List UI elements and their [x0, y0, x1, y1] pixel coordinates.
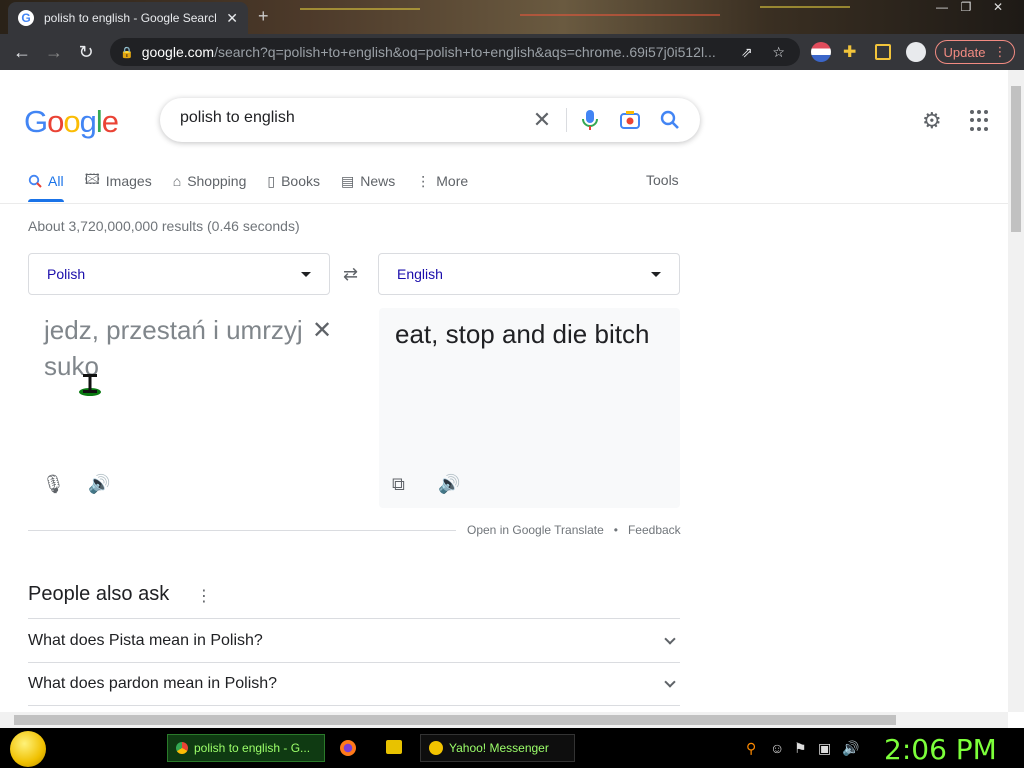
share-icon[interactable]: ⇗	[735, 44, 759, 61]
clear-source-icon[interactable]: ✕	[312, 316, 332, 345]
translation-output-text: eat, stop and die bitch	[395, 319, 650, 349]
restore-icon[interactable]: ❐	[952, 0, 980, 14]
dropdown-caret-icon	[651, 271, 661, 277]
folder-icon[interactable]	[386, 740, 402, 754]
book-icon: ▯	[267, 172, 276, 189]
kebab-menu-icon: ⋮	[993, 44, 1007, 59]
speaker-icon[interactable]: 🔊	[88, 474, 110, 495]
paa-question[interactable]: What does Pista mean in Polish?	[28, 618, 680, 662]
more-options-icon[interactable]: ⋮	[196, 586, 212, 606]
sidepanel-icon[interactable]	[875, 44, 891, 60]
tools-button[interactable]: Tools	[646, 172, 679, 188]
back-icon[interactable]: ←	[6, 42, 38, 63]
taskbar-yahoo-messenger-button[interactable]: Yahoo! Messenger	[420, 734, 575, 762]
people-also-ask-title: People also ask	[28, 583, 170, 605]
microphone-icon[interactable]	[576, 106, 604, 134]
horizontal-scroll-thumb[interactable]	[14, 715, 896, 725]
chrome-icon	[176, 742, 188, 754]
settings-gear-icon[interactable]: ⚙	[922, 108, 942, 134]
search-nav-tabs: All 🖾 Images ⌂ Shopping ▯ Books ▤ News ⋮ More	[28, 170, 468, 204]
extensions-puzzle-icon[interactable]: ✚	[843, 42, 863, 62]
translate-footer: Open in Google Translate • Feedback	[467, 523, 681, 537]
search-tray-icon[interactable]: ⚲	[746, 740, 756, 757]
tab-close-icon[interactable]: ✕	[226, 10, 238, 27]
url-text[interactable]: google.com/search?q=polish+to+english&oq…	[142, 44, 727, 60]
tab-title: polish to english - Google Search	[44, 11, 217, 25]
browser-tab[interactable]: G polish to english - Google Search ✕	[8, 2, 248, 34]
search-icon[interactable]	[656, 106, 684, 134]
camera-lens-icon[interactable]	[616, 106, 644, 134]
taskbar-chrome-button[interactable]: polish to english - G...	[167, 734, 325, 762]
dropdown-caret-icon	[301, 271, 311, 277]
newspaper-icon: ▤	[341, 172, 355, 189]
text-cursor-icon	[79, 374, 101, 396]
translate-divider	[28, 530, 456, 531]
search-box: ✕	[160, 98, 700, 142]
google-logo[interactable]: Google	[24, 104, 119, 140]
lock-icon: 🔒	[120, 46, 134, 59]
firefox-icon[interactable]	[340, 740, 356, 756]
profile-avatar[interactable]	[906, 42, 926, 62]
network-tray-icon[interactable]: ▣	[818, 740, 831, 757]
footer-separator: •	[613, 523, 618, 537]
chevron-down-icon	[664, 632, 676, 645]
chevron-down-icon	[664, 676, 676, 688]
swap-languages-icon[interactable]: ⇄	[343, 264, 358, 285]
header-divider	[0, 203, 1008, 204]
taskbar-clock[interactable]: 2:06 PM	[884, 733, 997, 766]
window-close-icon[interactable]: ✕	[984, 0, 1012, 14]
tag-icon: ⌂	[172, 173, 182, 189]
tab-more[interactable]: ⋮ More	[416, 170, 468, 192]
image-icon: 🖾	[84, 171, 100, 187]
speaker-icon[interactable]: 🔊	[438, 474, 460, 495]
source-language-select[interactable]: Polish	[28, 253, 330, 295]
paa-question[interactable]: What does pardon mean in Polish?	[28, 662, 680, 706]
result-stats: About 3,720,000,000 results (0.46 second…	[28, 218, 300, 234]
bookmark-star-icon[interactable]: ☆	[767, 44, 791, 61]
start-smiley-icon[interactable]	[10, 731, 46, 767]
feedback-link[interactable]: Feedback	[628, 523, 681, 537]
forward-icon[interactable]: →	[38, 42, 70, 63]
copy-icon[interactable]: ⧉	[392, 474, 405, 495]
volume-tray-icon[interactable]: 🔊	[842, 740, 859, 757]
search-input[interactable]	[180, 109, 520, 127]
extension-flag-icon[interactable]	[811, 42, 831, 62]
google-apps-icon[interactable]	[970, 110, 992, 132]
active-tab-indicator	[28, 199, 64, 202]
tab-news[interactable]: ▤ News	[341, 170, 395, 192]
vertical-scroll-thumb[interactable]	[1011, 86, 1021, 232]
tab-images[interactable]: 🖾 Images	[85, 170, 152, 192]
flag-tray-icon[interactable]: ⚑	[794, 740, 807, 757]
update-button[interactable]: Update ⋮	[935, 40, 1015, 64]
microphone-icon[interactable]: 🎙	[42, 474, 65, 495]
tab-shopping[interactable]: ⌂ Shopping	[173, 170, 247, 192]
google-favicon-icon: G	[18, 10, 34, 26]
new-tab-button[interactable]: +	[258, 6, 269, 27]
search-icon	[28, 174, 42, 188]
address-bar[interactable]: 🔒 google.com/search?q=polish+to+english&…	[110, 38, 800, 66]
tab-books[interactable]: ▯ Books	[267, 170, 320, 192]
messenger-tray-icon[interactable]: ☺	[770, 740, 784, 756]
target-language-select[interactable]: English	[378, 253, 680, 295]
clear-search-icon[interactable]: ✕	[528, 106, 556, 134]
more-vertical-icon: ⋮	[416, 172, 431, 189]
reload-icon[interactable]: ↻	[70, 42, 102, 63]
yahoo-smiley-icon	[429, 741, 443, 755]
tab-all[interactable]: All	[28, 170, 64, 192]
open-in-translate-link[interactable]: Open in Google Translate	[467, 523, 604, 537]
search-divider	[566, 108, 567, 132]
